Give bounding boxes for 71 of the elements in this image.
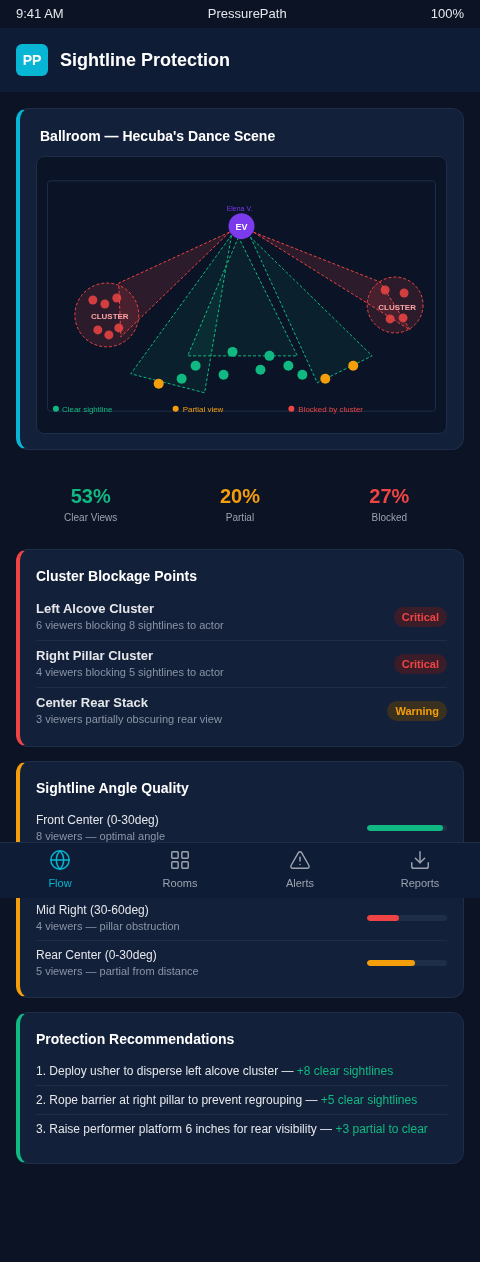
angle-zone-name: Rear Center (0-30deg) xyxy=(36,947,158,963)
status-app-name: PressurePath xyxy=(207,5,287,24)
globe-icon xyxy=(49,849,71,872)
battery-level: 100% xyxy=(430,5,464,24)
clear-viewer-dot xyxy=(255,364,266,375)
angle-zone-name: Mid Right (30-60deg) xyxy=(36,902,150,918)
nav-tab[interactable]: Alerts xyxy=(240,843,360,898)
blocked-viewer-dot xyxy=(112,293,122,303)
cluster-name: Center Rear Stack xyxy=(36,695,149,711)
actor-initials: EV xyxy=(235,222,248,233)
legend-label: Clear sightline xyxy=(61,404,113,414)
cluster-detail: 6 viewers blocking 8 sightlines to actor xyxy=(36,618,224,633)
stat-value: 20% xyxy=(219,484,260,508)
legend-label: Partial view xyxy=(182,404,224,414)
blocked-viewer-dot xyxy=(399,288,409,298)
download-icon xyxy=(409,849,431,872)
angle-zone-name: Front Center (0-30deg) xyxy=(36,812,160,828)
cluster-detail: 3 viewers partially obscuring rear view xyxy=(36,712,222,727)
cluster-label: CLUSTER xyxy=(378,302,416,312)
stat-label: Blocked xyxy=(371,511,408,525)
severity-badge: Critical xyxy=(393,606,447,628)
recommendation-text: 3. Raise performer platform 6 inches for rear visibility — +3 partial to clear xyxy=(36,1121,429,1138)
page-title: Sightline Protection xyxy=(60,49,230,72)
clear-viewer-dot xyxy=(283,360,294,371)
grid-icon xyxy=(169,849,191,872)
cluster-label: CLUSTER xyxy=(91,311,129,321)
legend-label: Blocked by cluster xyxy=(298,404,364,414)
angle-zone-detail: 8 viewers — optimal angle xyxy=(36,829,165,844)
severity-badge: Critical xyxy=(393,653,447,675)
blocked-viewer-dot xyxy=(93,325,103,335)
stat-value: 27% xyxy=(369,484,410,508)
partial-viewer-dot xyxy=(348,360,359,371)
blocked-viewer-dot xyxy=(100,299,110,309)
clear-viewer-dot xyxy=(264,350,275,361)
recommendation-text: 1. Deploy usher to disperse left alcove cluster — +8 clear sightlines xyxy=(36,1057,447,1086)
nav-tab[interactable]: Reports xyxy=(360,843,480,898)
cluster-name: Left Alcove Cluster xyxy=(36,601,155,617)
partial-viewer-dot xyxy=(320,373,331,384)
cluster-zone xyxy=(74,282,140,348)
cluster-detail: 4 viewers blocking 5 sightlines to actor xyxy=(36,665,224,680)
stat-label: Clear Views xyxy=(64,511,118,525)
cluster-zone xyxy=(366,276,424,334)
blocked-viewer-dot xyxy=(380,285,390,295)
recommendation-text: 2. Rope barrier at right pillar to prevent regrouping — +5 clear sightlines xyxy=(36,1086,447,1115)
blocked-viewer-dot xyxy=(104,330,114,340)
clear-viewer-dot xyxy=(227,346,238,357)
app-logo: PP xyxy=(16,44,48,76)
clear-viewer-dot xyxy=(176,373,187,384)
warning-icon xyxy=(289,849,311,872)
card-title: Cluster Blockage Points xyxy=(36,567,199,586)
angle-zone-detail: 5 viewers — partial from distance xyxy=(36,964,199,979)
card-title: Ballroom — Hecuba's Dance Scene xyxy=(39,127,277,146)
severity-badge: Warning xyxy=(387,700,447,722)
angle-zone-detail: 4 viewers — pillar obstruction xyxy=(36,919,180,934)
partial-viewer-dot xyxy=(153,378,164,389)
actor-avatar xyxy=(228,213,255,240)
card-title: Protection Recommendations xyxy=(36,1030,236,1049)
blocked-viewer-dot xyxy=(88,295,98,305)
nav-tab[interactable]: Rooms xyxy=(120,843,240,898)
blocked-viewer-dot xyxy=(398,313,408,323)
clear-viewer-dot xyxy=(218,369,229,380)
stat-label: Partial xyxy=(225,511,255,525)
stat-value: 53% xyxy=(70,484,111,508)
clear-viewer-dot xyxy=(190,360,201,371)
clear-viewer-dot xyxy=(297,369,308,380)
cluster-name: Right Pillar Cluster xyxy=(36,648,155,664)
card-title: Sightline Angle Quality xyxy=(36,779,190,798)
blocked-viewer-dot xyxy=(385,314,395,324)
status-time: 9:41 AM xyxy=(16,5,64,24)
blocked-viewer-dot xyxy=(114,323,124,333)
nav-tab[interactable]: Flow xyxy=(0,843,120,898)
